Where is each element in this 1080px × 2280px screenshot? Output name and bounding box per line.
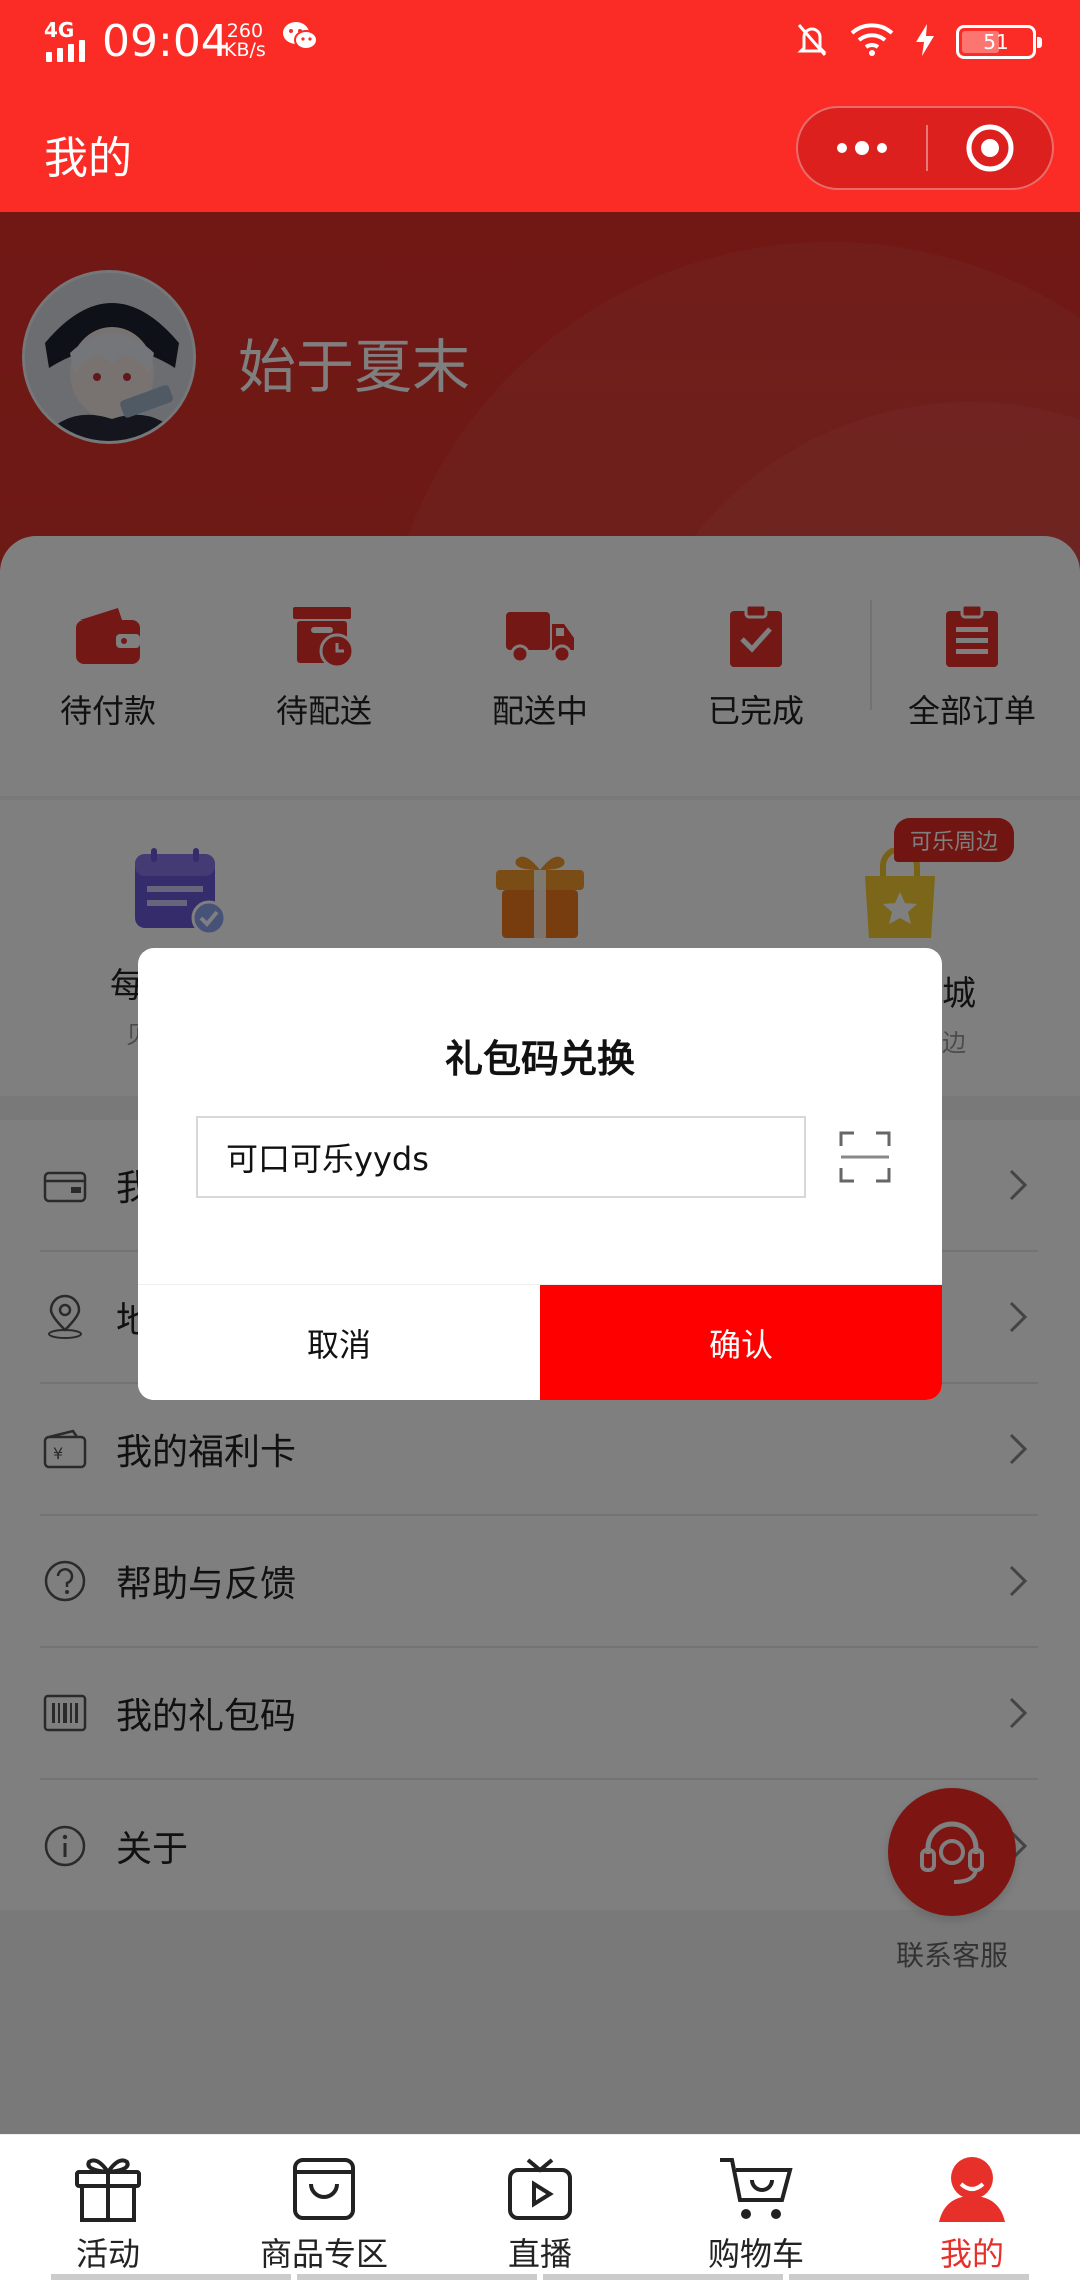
scan-icon [839,1131,891,1183]
status-bar: 4G 09:04 260 KB/s 51 [0,0,1080,86]
close-mini-program-button[interactable] [928,122,1052,174]
cart-icon [720,2158,793,2219]
user-icon [939,2157,1005,2222]
tab-products[interactable]: 商品专区 [216,2135,432,2280]
shopping-bag-icon [293,2158,355,2220]
tab-activity[interactable]: 活动 [0,2135,216,2280]
gift-code-input[interactable] [196,1116,806,1198]
tv-play-icon [508,2158,572,2220]
target-icon [966,124,1014,172]
tab-live[interactable]: 直播 [432,2135,648,2280]
gesture-bar [0,2274,1080,2280]
gift-code-dialog: 礼包码兑换 取消 确认 [138,948,942,1400]
signal-icon [46,40,85,62]
scan-button[interactable] [838,1130,892,1184]
gift-icon [75,2158,141,2222]
nav-bar: 我的 [0,86,1080,212]
charging-icon [916,24,934,60]
confirm-button[interactable]: 确认 [540,1285,942,1400]
tab-mine[interactable]: 我的 [864,2135,1080,2280]
more-menu-button[interactable] [798,108,926,188]
cancel-button[interactable]: 取消 [138,1285,540,1400]
clock: 09:04 [102,16,229,67]
wechat-icon [282,20,318,56]
battery-icon: 51 [956,25,1042,59]
network-type: 4G [44,18,75,42]
page-title: 我的 [44,133,132,184]
tab-cart[interactable]: 购物车 [648,2135,864,2280]
tab-bar: 活动 商品专区 直播 购物车 我的 [0,2134,1080,2280]
network-speed: 260 KB/s [224,20,266,61]
mute-bell-icon [796,22,828,62]
mini-program-capsule [796,106,1054,190]
wifi-icon [850,23,894,61]
dialog-title: 礼包码兑换 [444,1037,635,1081]
